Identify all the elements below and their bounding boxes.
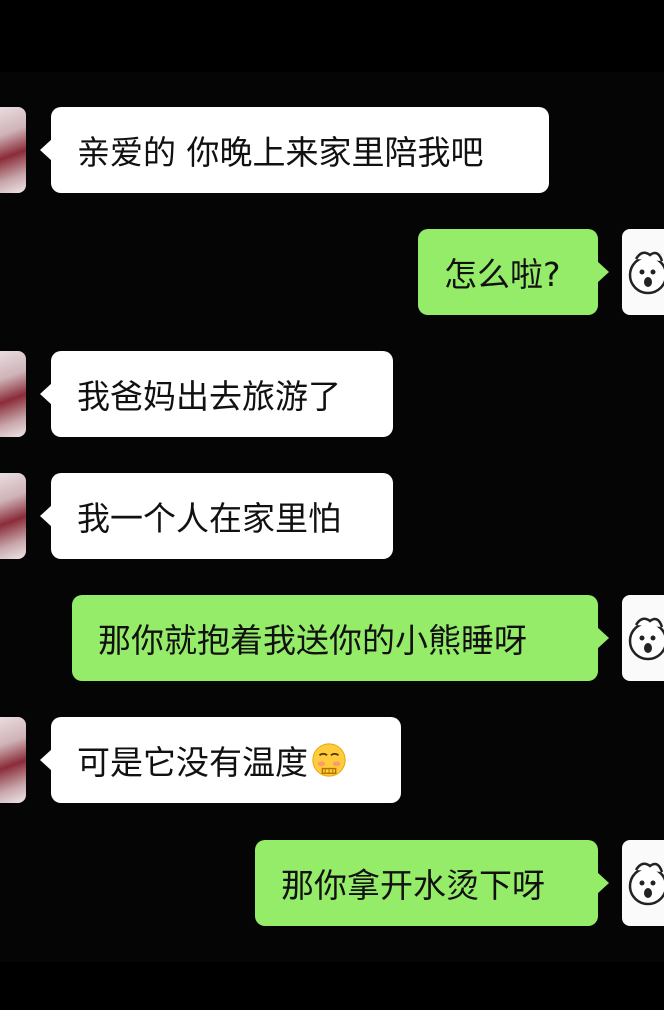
sheep-icon: [628, 617, 664, 661]
message-row: 我一个人在家里怕: [0, 473, 664, 559]
sheep-icon: [628, 251, 664, 295]
cold-face-emoji-icon: [312, 743, 346, 777]
message-bubble[interactable]: 那你拿开水烫下呀: [255, 840, 598, 926]
bottom-bar: [0, 962, 664, 1010]
bubble-tail: [597, 261, 609, 283]
contact-avatar[interactable]: [0, 107, 26, 193]
message-row: 那你拿开水烫下呀: [0, 840, 664, 926]
self-avatar[interactable]: [622, 229, 664, 315]
bubble-tail: [597, 872, 609, 894]
self-avatar[interactable]: [622, 595, 664, 681]
self-avatar[interactable]: [622, 840, 664, 926]
message-bubble[interactable]: 我爸妈出去旅游了: [51, 351, 393, 437]
message-row: 亲爱的 你晚上来家里陪我吧: [0, 107, 664, 193]
contact-avatar[interactable]: [0, 351, 26, 437]
bubble-tail: [597, 627, 609, 649]
message-row: 那你就抱着我送你的小熊睡呀: [0, 595, 664, 681]
message-bubble[interactable]: 我一个人在家里怕: [51, 473, 393, 559]
message-text: 可是它没有温度: [77, 743, 308, 782]
message-bubble[interactable]: 亲爱的 你晚上来家里陪我吧: [51, 107, 549, 193]
message-text: 那你就抱着我送你的小熊睡呀: [98, 621, 527, 660]
message-text: 那你拿开水烫下呀: [281, 866, 545, 905]
chat-window: 亲爱的 你晚上来家里陪我吧 怎么啦? 我爸妈出去旅游了 我一个人在家里怕 那你就…: [0, 0, 664, 1010]
message-bubble[interactable]: 那你就抱着我送你的小熊睡呀: [72, 595, 598, 681]
message-text: 怎么啦?: [444, 255, 561, 294]
message-bubble[interactable]: 可是它没有温度: [51, 717, 401, 803]
message-text: 我一个人在家里怕: [77, 499, 341, 538]
message-row: 可是它没有温度: [0, 717, 664, 803]
contact-avatar[interactable]: [0, 717, 26, 803]
message-row: 怎么啦?: [0, 229, 664, 315]
contact-avatar[interactable]: [0, 473, 26, 559]
message-row: 我爸妈出去旅游了: [0, 351, 664, 437]
message-text: 我爸妈出去旅游了: [77, 377, 341, 416]
message-bubble[interactable]: 怎么啦?: [418, 229, 598, 315]
message-text: 亲爱的 你晚上来家里陪我吧: [77, 133, 484, 172]
top-bar: [0, 0, 664, 72]
sheep-icon: [628, 862, 664, 906]
